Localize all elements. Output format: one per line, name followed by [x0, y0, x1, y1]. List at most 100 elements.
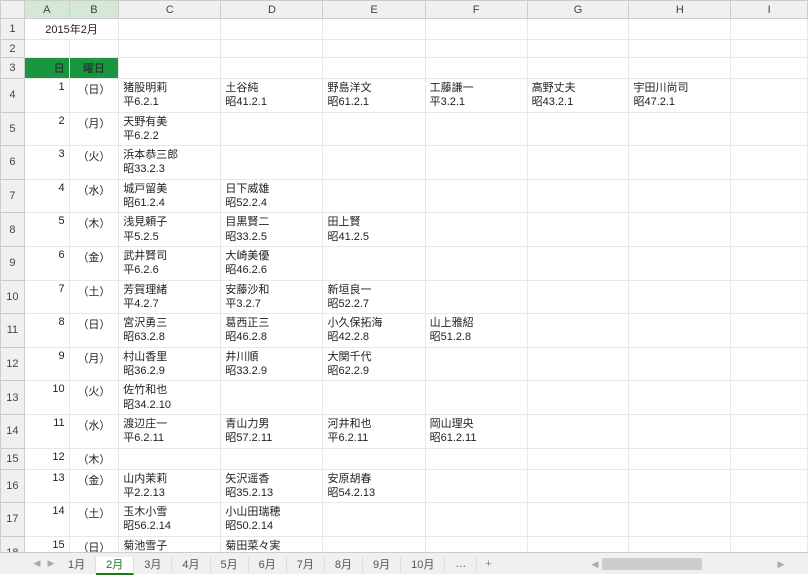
data-cell[interactable]: 目黒賢二 昭33.2.5	[221, 213, 323, 247]
data-cell[interactable]	[527, 280, 629, 314]
scroll-right-icon[interactable]: ▶	[774, 559, 788, 570]
data-cell[interactable]	[323, 146, 425, 180]
data-cell[interactable]	[527, 347, 629, 381]
data-cell[interactable]: 浅見頼子 平5.2.5	[119, 213, 221, 247]
data-cell[interactable]	[425, 448, 527, 469]
data-cell[interactable]	[629, 179, 731, 213]
data-cell[interactable]	[629, 381, 731, 415]
spreadsheet-grid[interactable]: A B C D E F G H I 1 2015年2月 2 3 日 曜日 41（…	[0, 0, 808, 554]
data-cell[interactable]	[527, 503, 629, 537]
horizontal-scrollbar[interactable]: ◀ ▶	[588, 554, 788, 574]
data-cell[interactable]: 安藤沙和 平3.2.7	[221, 280, 323, 314]
data-cell[interactable]	[323, 246, 425, 280]
day-cell[interactable]: 14	[24, 503, 69, 537]
data-cell[interactable]: 天野有美 平6.2.2	[119, 112, 221, 146]
data-cell[interactable]	[323, 448, 425, 469]
data-cell[interactable]	[425, 503, 527, 537]
data-cell[interactable]: 小山田瑞穂 昭50.2.14	[221, 503, 323, 537]
title-cell[interactable]: 2015年2月	[24, 19, 118, 40]
data-cell[interactable]: 安原胡春 昭54.2.13	[323, 469, 425, 503]
row-header[interactable]: 7	[1, 179, 25, 213]
data-cell[interactable]	[221, 146, 323, 180]
sheet-tab[interactable]: 4月	[172, 557, 210, 573]
data-cell[interactable]: 宮沢勇三 昭63.2.8	[119, 314, 221, 348]
weekday-cell[interactable]: （水）	[69, 179, 119, 213]
weekday-cell[interactable]: （木）	[69, 213, 119, 247]
col-header-I[interactable]: I	[731, 1, 808, 19]
col-header-H[interactable]: H	[629, 1, 731, 19]
data-cell[interactable]	[629, 347, 731, 381]
sheet-tab[interactable]: 10月	[401, 557, 445, 573]
data-cell[interactable]	[629, 503, 731, 537]
data-cell[interactable]	[527, 469, 629, 503]
data-cell[interactable]: 高野丈夫 昭43.2.1	[527, 79, 629, 113]
row-header[interactable]: 4	[1, 79, 25, 113]
header-weekday[interactable]: 曜日	[69, 58, 119, 79]
day-cell[interactable]: 8	[24, 314, 69, 348]
data-cell[interactable]: 日下威雄 昭52.2.4	[221, 179, 323, 213]
data-cell[interactable]	[629, 448, 731, 469]
sheet-tab[interactable]: 1月	[58, 557, 96, 573]
data-cell[interactable]	[323, 179, 425, 213]
data-cell[interactable]	[425, 381, 527, 415]
row-header[interactable]: 2	[1, 40, 25, 58]
data-cell[interactable]	[527, 414, 629, 448]
tab-nav-prev[interactable]: ◀	[30, 558, 44, 569]
data-cell[interactable]	[527, 448, 629, 469]
data-cell[interactable]	[527, 112, 629, 146]
sheet-tab[interactable]: 2月	[96, 557, 134, 575]
row-header[interactable]: 1	[1, 19, 25, 40]
data-cell[interactable]	[425, 112, 527, 146]
col-header-F[interactable]: F	[425, 1, 527, 19]
weekday-cell[interactable]: （月）	[69, 112, 119, 146]
data-cell[interactable]: 小久保拓海 昭42.2.8	[323, 314, 425, 348]
weekday-cell[interactable]: （火）	[69, 381, 119, 415]
data-cell[interactable]	[527, 179, 629, 213]
weekday-cell[interactable]: （月）	[69, 347, 119, 381]
row-header[interactable]: 17	[1, 503, 25, 537]
row-header[interactable]: 15	[1, 448, 25, 469]
weekday-cell[interactable]: （日）	[69, 314, 119, 348]
data-cell[interactable]	[425, 179, 527, 213]
row-header[interactable]: 16	[1, 469, 25, 503]
data-cell[interactable]	[323, 381, 425, 415]
row-header[interactable]: 13	[1, 381, 25, 415]
day-cell[interactable]: 11	[24, 414, 69, 448]
row-header[interactable]: 12	[1, 347, 25, 381]
data-cell[interactable]	[629, 213, 731, 247]
header-day[interactable]: 日	[24, 58, 69, 79]
col-header-B[interactable]: B	[69, 1, 119, 19]
data-cell[interactable]: 新垣良一 昭52.2.7	[323, 280, 425, 314]
data-cell[interactable]	[221, 448, 323, 469]
data-cell[interactable]	[527, 381, 629, 415]
data-cell[interactable]	[221, 112, 323, 146]
select-all-corner[interactable]	[1, 1, 25, 19]
scroll-left-icon[interactable]: ◀	[588, 559, 602, 570]
row-header[interactable]: 10	[1, 280, 25, 314]
col-header-C[interactable]: C	[119, 1, 221, 19]
weekday-cell[interactable]: （木）	[69, 448, 119, 469]
data-cell[interactable]	[323, 503, 425, 537]
weekday-cell[interactable]: （土）	[69, 503, 119, 537]
day-cell[interactable]: 2	[24, 112, 69, 146]
data-cell[interactable]: 野島洋文 昭61.2.1	[323, 79, 425, 113]
day-cell[interactable]: 1	[24, 79, 69, 113]
data-cell[interactable]: 大崎美優 昭46.2.6	[221, 246, 323, 280]
data-cell[interactable]: 土谷純 昭41.2.1	[221, 79, 323, 113]
row-header[interactable]: 8	[1, 213, 25, 247]
data-cell[interactable]: 大関千代 昭62.2.9	[323, 347, 425, 381]
col-header-E[interactable]: E	[323, 1, 425, 19]
data-cell[interactable]: 猪股明莉 平6.2.1	[119, 79, 221, 113]
data-cell[interactable]	[119, 448, 221, 469]
sheet-tab[interactable]: 9月	[363, 557, 401, 573]
data-cell[interactable]: 武井賢司 平6.2.6	[119, 246, 221, 280]
col-header-A[interactable]: A	[24, 1, 69, 19]
weekday-cell[interactable]: （金）	[69, 246, 119, 280]
sheet-tab[interactable]: 7月	[287, 557, 325, 573]
data-cell[interactable]	[629, 112, 731, 146]
data-cell[interactable]: 工藤謙一 平3.2.1	[425, 79, 527, 113]
data-cell[interactable]: 玉木小雪 昭56.2.14	[119, 503, 221, 537]
sheet-tab[interactable]: 3月	[134, 557, 172, 573]
data-cell[interactable]	[425, 246, 527, 280]
data-cell[interactable]	[221, 381, 323, 415]
